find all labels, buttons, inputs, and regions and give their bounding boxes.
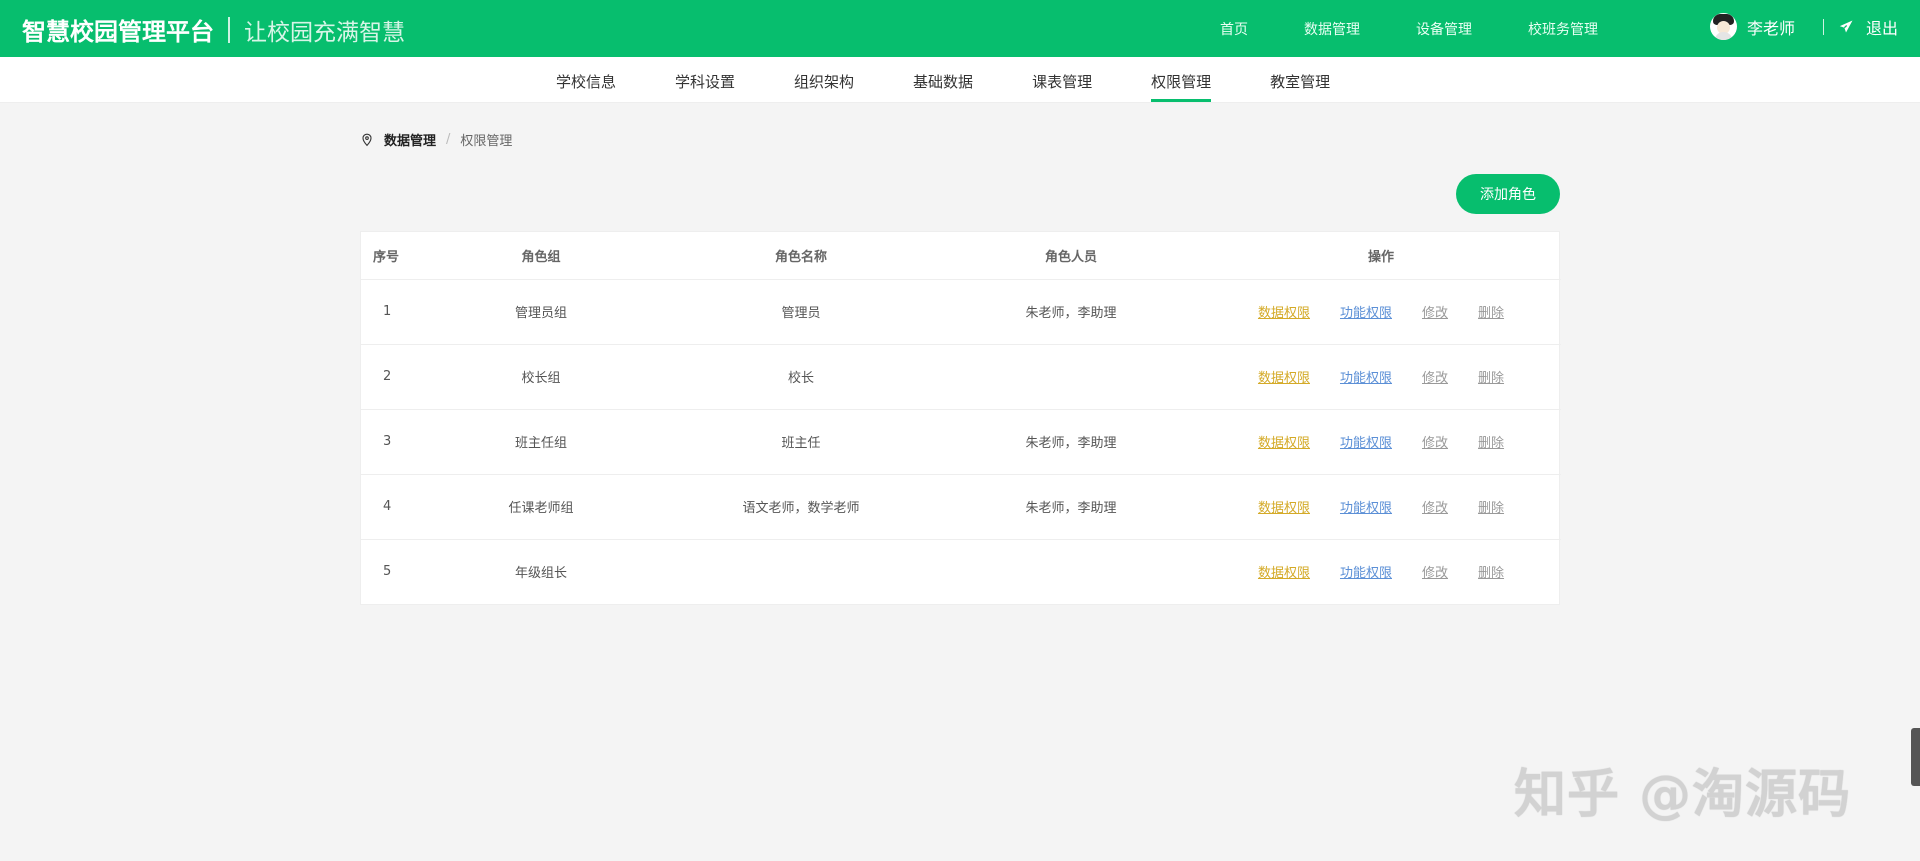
main-content: 数据管理 / 权限管理 添加角色 序号 角色组 角色名称 角色人员 操作 1 管… — [360, 130, 1561, 605]
top-navigation: 首页 数据管理 设备管理 校班务管理 — [1220, 19, 1598, 39]
delete-link[interactable]: 删除 — [1478, 562, 1504, 581]
top-nav-device-management[interactable]: 设备管理 — [1416, 19, 1472, 39]
role-name-cell: 班主任 — [661, 409, 941, 475]
table-row: 3 班主任组 班主任 朱老师，李助理 数据权限 功能权限 修改 删除 — [361, 409, 1561, 475]
tab-permissions[interactable]: 权限管理 — [1151, 71, 1212, 102]
column-role-group: 角色组 — [421, 232, 661, 280]
side-scroll-tab[interactable] — [1911, 728, 1920, 786]
actions-cell: 数据权限 功能权限 修改 删除 — [1201, 474, 1561, 540]
actions-cell: 数据权限 功能权限 修改 删除 — [1201, 539, 1561, 604]
tab-basic-data[interactable]: 基础数据 — [913, 71, 973, 102]
role-name-cell: 语文老师，数学老师 — [661, 474, 941, 540]
top-nav-home[interactable]: 首页 — [1220, 19, 1248, 39]
table-header-row: 序号 角色组 角色名称 角色人员 操作 — [361, 232, 1561, 280]
column-sequence: 序号 — [361, 232, 421, 280]
role-members-cell — [941, 539, 1201, 604]
map-pin-icon — [362, 133, 372, 146]
actions-cell: 数据权限 功能权限 修改 删除 — [1201, 279, 1561, 345]
user-area: 李老师 退出 — [1710, 13, 1898, 40]
tab-classroom[interactable]: 教室管理 — [1270, 71, 1330, 102]
data-permission-link[interactable]: 数据权限 — [1258, 497, 1310, 516]
table-row: 1 管理员组 管理员 朱老师，李助理 数据权限 功能权限 修改 删除 — [361, 279, 1561, 345]
user-avatar-icon[interactable] — [1710, 13, 1737, 40]
tab-subject-settings[interactable]: 学科设置 — [675, 71, 735, 102]
role-members-cell: 朱老师，李助理 — [941, 474, 1201, 540]
data-permission-link[interactable]: 数据权限 — [1258, 302, 1310, 321]
app-slogan: 让校园充满智慧 — [244, 19, 405, 46]
data-permission-link[interactable]: 数据权限 — [1258, 367, 1310, 386]
brand-divider — [228, 16, 230, 43]
edit-link[interactable]: 修改 — [1422, 562, 1448, 581]
tab-school-info[interactable]: 学校信息 — [556, 71, 616, 102]
edit-link[interactable]: 修改 — [1422, 302, 1448, 321]
column-role-name: 角色名称 — [661, 232, 941, 280]
function-permission-link[interactable]: 功能权限 — [1340, 432, 1392, 451]
function-permission-link[interactable]: 功能权限 — [1340, 367, 1392, 386]
edit-link[interactable]: 修改 — [1422, 497, 1448, 516]
role-group-cell: 管理员组 — [421, 279, 661, 345]
function-permission-link[interactable]: 功能权限 — [1340, 497, 1392, 516]
breadcrumb-separator: / — [446, 132, 451, 147]
role-name-cell: 校长 — [661, 344, 941, 410]
table-row: 5 年级组长 数据权限 功能权限 修改 删除 — [361, 539, 1561, 604]
data-permission-link[interactable]: 数据权限 — [1258, 562, 1310, 581]
role-group-cell: 年级组长 — [514, 566, 567, 582]
table-row: 4 任课老师组 语文老师，数学老师 朱老师，李助理 数据权限 功能权限 修改 删… — [361, 474, 1561, 540]
data-permission-link[interactable]: 数据权限 — [1258, 432, 1310, 451]
edit-link[interactable]: 修改 — [1422, 432, 1448, 451]
logout-button[interactable]: 退出 — [1866, 15, 1898, 39]
role-members-cell — [941, 344, 1201, 410]
delete-link[interactable]: 删除 — [1478, 302, 1504, 321]
role-group-cell: 任课老师组 — [421, 474, 661, 540]
send-icon[interactable] — [1838, 19, 1854, 35]
actions-cell: 数据权限 功能权限 修改 删除 — [1201, 344, 1561, 410]
role-members-cell: 朱老师，李助理 — [941, 279, 1201, 345]
app-title: 智慧校园管理平台 — [22, 18, 214, 46]
roles-table: 序号 角色组 角色名称 角色人员 操作 1 管理员组 管理员 朱老师，李助理 数… — [361, 232, 1561, 604]
roles-table-card: 序号 角色组 角色名称 角色人员 操作 1 管理员组 管理员 朱老师，李助理 数… — [360, 231, 1561, 605]
add-role-button[interactable]: 添加角色 — [1456, 174, 1560, 214]
role-members-cell: 朱老师，李助理 — [941, 409, 1201, 475]
role-name-cell: 管理员 — [661, 279, 941, 345]
role-name-cell — [661, 539, 941, 604]
delete-link[interactable]: 删除 — [1478, 367, 1504, 386]
table-toolbar: 添加角色 — [360, 174, 1560, 214]
breadcrumb-current: 权限管理 — [460, 134, 513, 149]
row-number: 4 — [361, 474, 421, 540]
brand-area: 智慧校园管理平台 让校园充满智慧 — [22, 12, 405, 47]
role-group-cell: 班主任组 — [421, 409, 661, 475]
breadcrumb: 数据管理 / 权限管理 — [360, 130, 1560, 149]
top-header: 智慧校园管理平台 让校园充满智慧 首页 数据管理 设备管理 校班务管理 李老师 … — [0, 0, 1920, 57]
delete-link[interactable]: 删除 — [1478, 432, 1504, 451]
current-user-name[interactable]: 李老师 — [1747, 15, 1795, 39]
role-group-cell: 校长组 — [421, 344, 661, 410]
top-nav-data-management[interactable]: 数据管理 — [1304, 19, 1360, 39]
row-number: 5 — [383, 564, 392, 580]
table-row: 2 校长组 校长 数据权限 功能权限 修改 删除 — [361, 344, 1561, 410]
row-number: 1 — [361, 279, 421, 345]
column-role-members: 角色人员 — [941, 232, 1201, 280]
edit-link[interactable]: 修改 — [1422, 367, 1448, 386]
row-number: 2 — [361, 344, 421, 410]
function-permission-link[interactable]: 功能权限 — [1340, 562, 1392, 581]
secondary-navigation: 学校信息 学科设置 组织架构 基础数据 课表管理 权限管理 教室管理 — [0, 57, 1920, 103]
column-actions: 操作 — [1201, 232, 1561, 280]
breadcrumb-data-management[interactable]: 数据管理 — [384, 130, 436, 149]
top-nav-class-affairs[interactable]: 校班务管理 — [1528, 19, 1598, 39]
row-number: 3 — [361, 409, 421, 475]
delete-link[interactable]: 删除 — [1478, 497, 1504, 516]
tab-organization[interactable]: 组织架构 — [794, 71, 854, 102]
watermark: 知乎 @淘源码 — [1514, 765, 1852, 825]
function-permission-link[interactable]: 功能权限 — [1340, 302, 1392, 321]
actions-cell: 数据权限 功能权限 修改 删除 — [1201, 409, 1561, 475]
tab-timetable[interactable]: 课表管理 — [1032, 71, 1092, 102]
user-divider — [1823, 18, 1825, 35]
